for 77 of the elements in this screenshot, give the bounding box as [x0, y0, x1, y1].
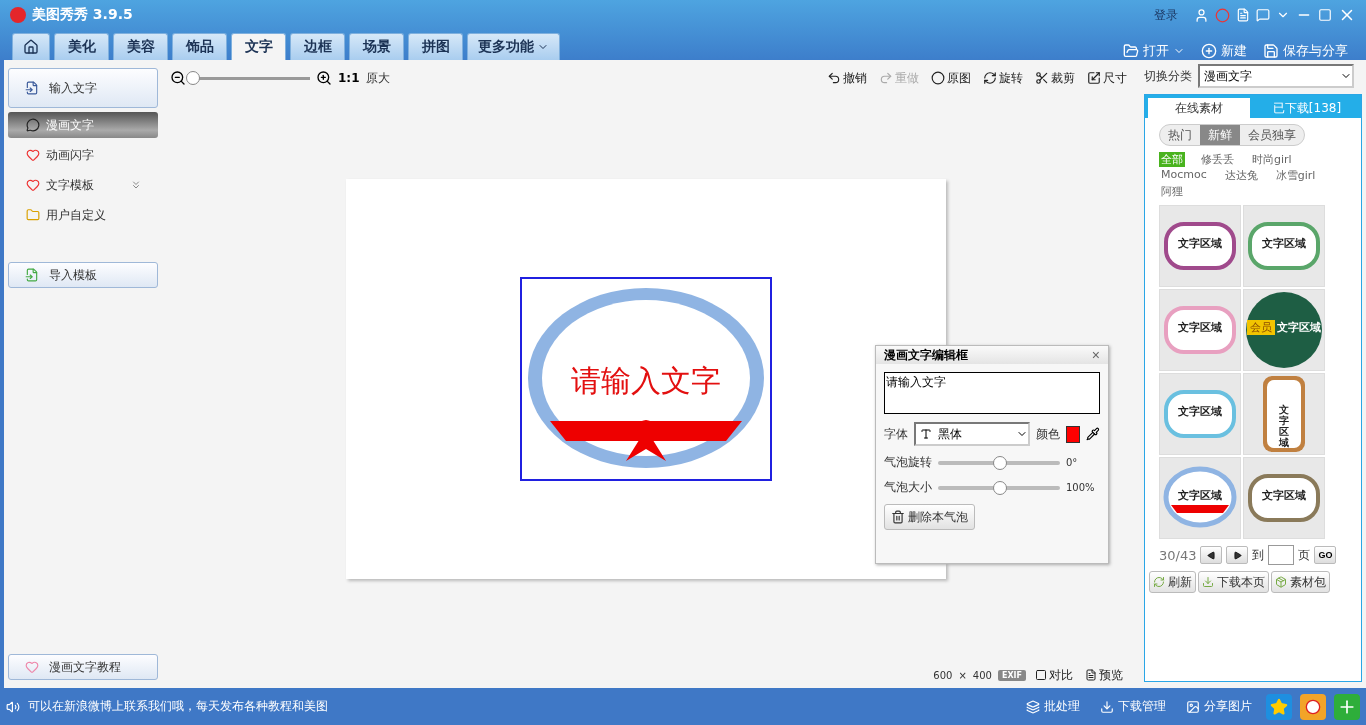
batch-button[interactable]: 批处理	[1020, 697, 1086, 716]
bubble-text[interactable]: 请输入文字	[522, 361, 770, 402]
exif-button[interactable]: EXIF	[997, 669, 1026, 681]
original-button[interactable]: 原图	[928, 69, 974, 87]
dialog-title: 漫画文字编辑框	[884, 346, 968, 364]
bubble-thumbnail[interactable]: 文字区域	[1159, 373, 1241, 455]
nav-tab[interactable]: 拼图	[408, 33, 463, 60]
bubble-thumbnail[interactable]: 会员 文字区域	[1243, 289, 1325, 371]
nav-tab[interactable]: 美容	[113, 33, 168, 60]
delete-bubble-button[interactable]: 删除本气泡	[884, 504, 975, 530]
author-link[interactable]: 时尚girl	[1250, 152, 1294, 167]
ratio-label: 1:1	[338, 71, 360, 85]
panel-tab[interactable]: 在线素材	[1148, 98, 1250, 118]
status-message: 可以在新浪微博上联系我们哦，每天发布各种教程和美图	[28, 698, 328, 715]
nav-tab[interactable]: 美化	[54, 33, 109, 60]
slider-reading: 0°	[1066, 457, 1078, 468]
slider-label: 气泡旋转	[884, 454, 932, 471]
image-height: 400	[972, 669, 992, 681]
text-input-field[interactable]: 请输入文字	[884, 372, 1100, 414]
filter-tab[interactable]: 会员独享	[1240, 125, 1304, 145]
author-link[interactable]: 达达兔	[1222, 168, 1260, 183]
refresh-button[interactable]: 刷新	[1149, 571, 1196, 593]
size-button[interactable]: 尺寸	[1084, 69, 1130, 87]
crop-button[interactable]: 裁剪	[1032, 69, 1078, 87]
sidebar-item[interactable]: 文字模板	[8, 172, 158, 198]
original-size-link[interactable]: 原大	[365, 69, 390, 87]
sidebar-item[interactable]: 用户自定义	[8, 202, 158, 228]
more-features-tab[interactable]: 更多功能	[467, 33, 560, 60]
author-link[interactable]: 阿狸	[1159, 184, 1185, 199]
save-button[interactable]: 保存与分享	[1257, 42, 1354, 60]
author-link[interactable]: Mocmoc	[1159, 168, 1209, 183]
nav-tab[interactable]: 场景	[349, 33, 404, 60]
bubble-thumbnail[interactable]: 文字区域	[1243, 373, 1325, 455]
download-button[interactable]: 下载本页	[1198, 571, 1269, 593]
page-unit-label: 页	[1298, 546, 1311, 564]
sidebar-item[interactable]: 动画闪字	[8, 142, 158, 168]
goto-label: 到	[1252, 546, 1265, 564]
new-button[interactable]: 新建	[1195, 42, 1253, 60]
size-separator: ×	[958, 669, 967, 681]
author-link[interactable]: 冰雪girl	[1273, 168, 1318, 183]
author-link[interactable]: 修丢丢	[1199, 152, 1236, 167]
slider-reading: 100%	[1066, 482, 1095, 493]
page-count: 30/43	[1159, 547, 1197, 563]
tutorial-button[interactable]: 漫画文字教程	[8, 654, 158, 680]
slider-label: 气泡大小	[884, 479, 932, 496]
window-title: 美图秀秀 3.9.5	[32, 6, 133, 24]
bubble-thumbnail[interactable]: 文字区域	[1159, 205, 1241, 287]
open-button[interactable]: 打开	[1117, 42, 1191, 60]
preview-button[interactable]: 预览	[1082, 666, 1126, 684]
bubble-thumbnail[interactable]: 文字区域	[1243, 457, 1325, 539]
image-width: 600	[933, 669, 953, 681]
share-button[interactable]: 分享图片	[1180, 697, 1258, 716]
download-button[interactable]: 下载管理	[1094, 697, 1172, 716]
compare-button[interactable]: 对比	[1032, 666, 1076, 684]
color-label: 颜色	[1035, 425, 1060, 443]
bubble-thumbnail[interactable]: 文字区域	[1159, 289, 1241, 371]
category-label: 切换分类	[1144, 67, 1192, 85]
login-link[interactable]: 登录	[1154, 6, 1178, 24]
nav-tab[interactable]: 文字	[231, 33, 286, 60]
close-button[interactable]: ×	[1091, 347, 1100, 363]
member-badge: 会员	[1247, 320, 1275, 335]
rotate-button[interactable]: 旋转	[980, 69, 1026, 87]
input-text-button[interactable]: 输入文字	[8, 68, 158, 108]
selection-frame[interactable]: 请输入文字	[520, 277, 772, 481]
nav-tab[interactable]: 饰品	[172, 33, 227, 60]
nav-tab[interactable]: 边框	[290, 33, 345, 60]
bubble-thumbnail[interactable]: 文字区域	[1159, 457, 1241, 539]
bubble-thumbnail[interactable]: 文字区域	[1243, 205, 1325, 287]
import-template-button[interactable]: 导入模板	[8, 262, 158, 288]
font-label: 字体	[884, 425, 908, 443]
filter-tab[interactable]: 新鲜	[1200, 125, 1240, 145]
undo-button[interactable]: 撤销	[824, 69, 870, 87]
category-dropdown[interactable]: 漫画文字	[1198, 64, 1354, 88]
go-button[interactable]: GO	[1314, 546, 1337, 564]
package-button[interactable]: 素材包	[1271, 571, 1330, 593]
filter-tab[interactable]: 热门	[1160, 125, 1200, 145]
font-dropdown[interactable]: 黑体	[914, 422, 1030, 446]
